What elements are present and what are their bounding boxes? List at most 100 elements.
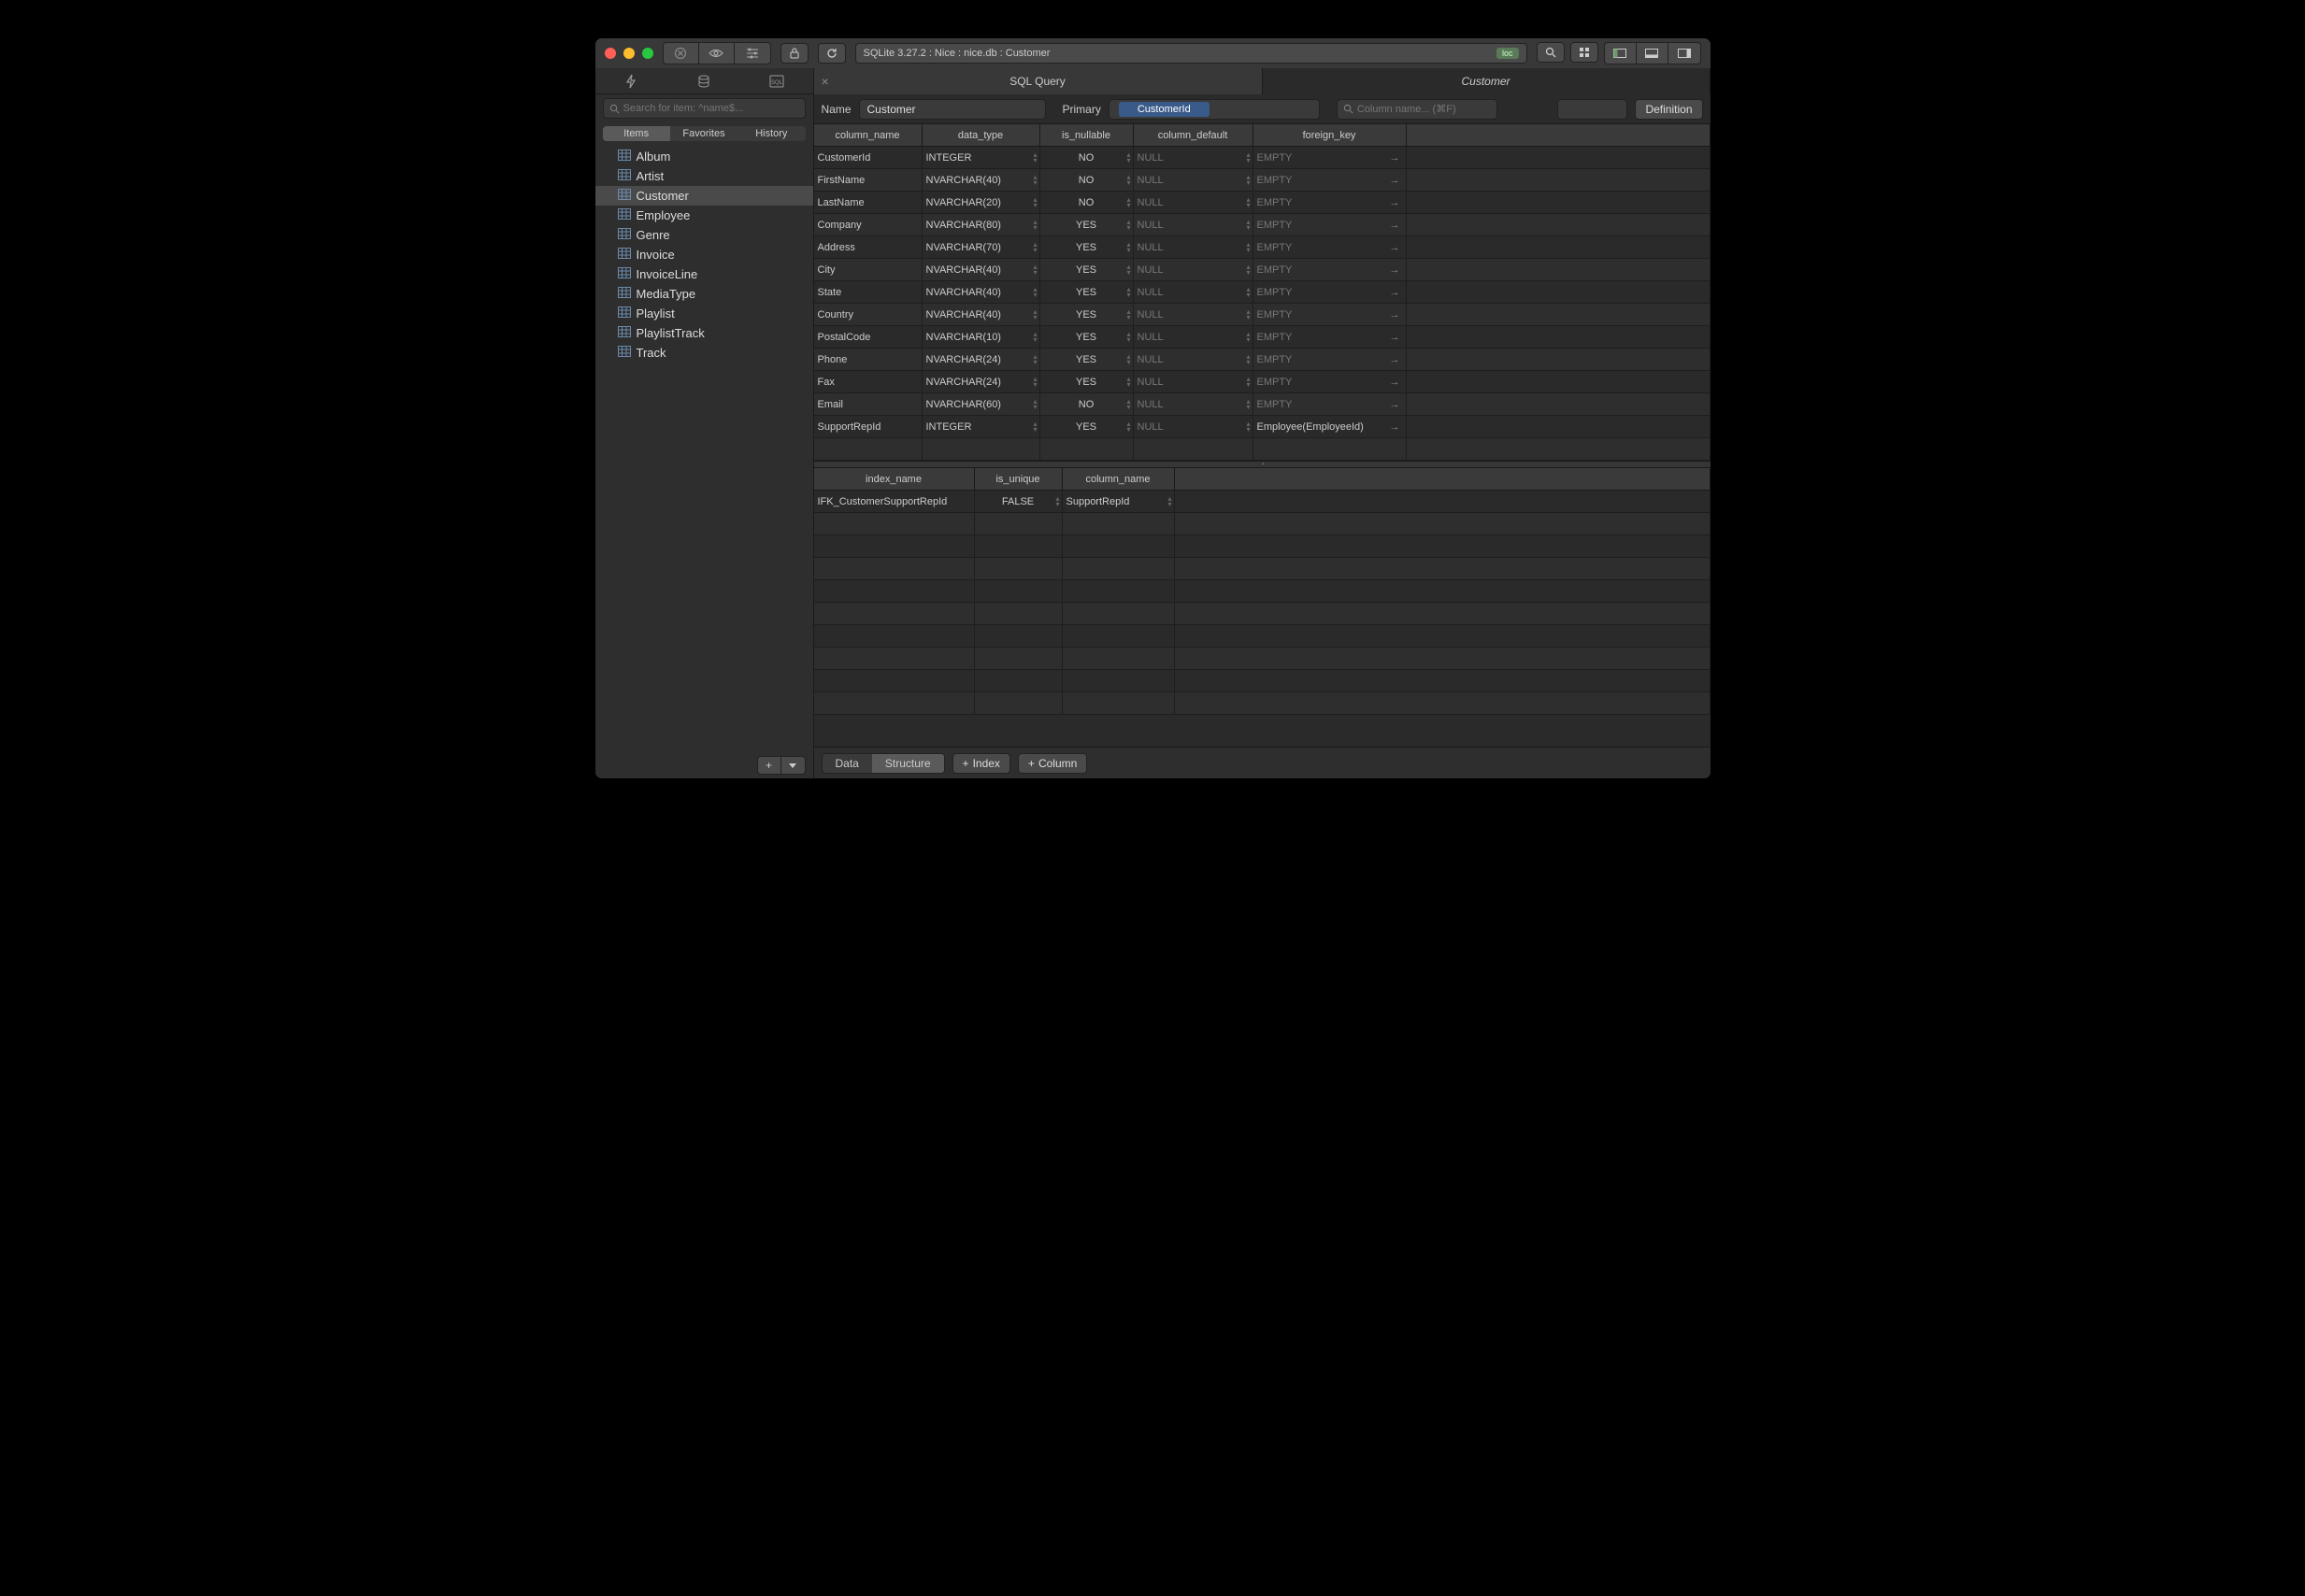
definition-button[interactable]: Definition — [1635, 99, 1702, 120]
cell-default[interactable]: NULL▴▾ — [1134, 371, 1253, 392]
sidebar-item-genre[interactable]: Genre — [595, 225, 813, 245]
arrow-right-icon[interactable]: → — [1390, 399, 1400, 410]
add-button[interactable]: + — [757, 756, 781, 775]
arrow-right-icon[interactable]: → — [1390, 309, 1400, 321]
header-index-name[interactable]: index_name — [814, 468, 975, 490]
stepper-icon[interactable]: ▴▾ — [1033, 220, 1037, 231]
stepper-icon[interactable]: ▴▾ — [1033, 399, 1037, 410]
index-row[interactable]: IFK_CustomerSupportRepIdFALSE▴▾SupportRe… — [814, 491, 1711, 513]
arrow-right-icon[interactable]: → — [1390, 332, 1400, 343]
stepper-icon[interactable]: ▴▾ — [1033, 354, 1037, 365]
cell-data-type[interactable]: NVARCHAR(10)▴▾ — [923, 326, 1040, 348]
sidebar-item-playlist[interactable]: Playlist — [595, 304, 813, 323]
arrow-right-icon[interactable]: → — [1390, 220, 1400, 231]
column-search-input[interactable] — [1357, 104, 1491, 115]
cell-foreign-key[interactable]: EMPTY→ — [1253, 192, 1407, 213]
stepper-icon[interactable]: ▴▾ — [1246, 220, 1250, 231]
sliders-icon[interactable] — [735, 43, 770, 64]
cell-foreign-key[interactable]: EMPTY→ — [1253, 214, 1407, 235]
cell-foreign-key[interactable]: EMPTY→ — [1253, 259, 1407, 280]
arrow-right-icon[interactable]: → — [1390, 175, 1400, 186]
cell-index-column[interactable]: SupportRepId▴▾ — [1063, 491, 1175, 512]
close-window-button[interactable] — [605, 48, 616, 59]
stepper-icon[interactable]: ▴▾ — [1126, 421, 1130, 433]
stepper-icon[interactable]: ▴▾ — [1126, 399, 1130, 410]
column-row[interactable]: StateNVARCHAR(40)▴▾YES▴▾NULL▴▾EMPTY→ — [814, 281, 1711, 304]
column-row[interactable]: SupportRepIdINTEGER▴▾YES▴▾NULL▴▾Employee… — [814, 416, 1711, 438]
cell-foreign-key[interactable]: EMPTY→ — [1253, 281, 1407, 303]
cell-data-type[interactable]: NVARCHAR(24)▴▾ — [923, 349, 1040, 370]
database-icon[interactable] — [694, 72, 713, 91]
column-row[interactable]: CompanyNVARCHAR(80)▴▾YES▴▾NULL▴▾EMPTY→ — [814, 214, 1711, 236]
header-is-nullable[interactable]: is_nullable — [1040, 124, 1134, 146]
cell-column-name[interactable]: FirstName — [814, 169, 923, 191]
cell-column-name[interactable]: Address — [814, 236, 923, 258]
cell-nullable[interactable]: NO▴▾ — [1040, 147, 1134, 168]
arrow-right-icon[interactable]: → — [1390, 377, 1400, 388]
stepper-icon[interactable]: ▴▾ — [1033, 332, 1037, 343]
grid-icon[interactable] — [1570, 42, 1598, 63]
cell-foreign-key[interactable]: EMPTY→ — [1253, 147, 1407, 168]
cell-foreign-key[interactable]: EMPTY→ — [1253, 236, 1407, 258]
stepper-icon[interactable]: ▴▾ — [1246, 264, 1250, 276]
stepper-icon[interactable]: ▴▾ — [1033, 152, 1037, 164]
layout-sidebar-icon[interactable] — [1605, 43, 1637, 64]
tab-customer[interactable]: Customer — [1263, 68, 1711, 94]
stepper-icon[interactable]: ▴▾ — [1126, 220, 1130, 231]
arrow-right-icon[interactable]: → — [1390, 287, 1400, 298]
cell-index-name[interactable]: IFK_CustomerSupportRepId — [814, 491, 975, 512]
cell-default[interactable]: NULL▴▾ — [1134, 214, 1253, 235]
stepper-icon[interactable]: ▴▾ — [1033, 287, 1037, 298]
stepper-icon[interactable]: ▴▾ — [1126, 377, 1130, 388]
column-row[interactable]: PhoneNVARCHAR(24)▴▾YES▴▾NULL▴▾EMPTY→ — [814, 349, 1711, 371]
stepper-icon[interactable]: ▴▾ — [1246, 421, 1250, 433]
column-row[interactable]: CustomerIdINTEGER▴▾NO▴▾NULL▴▾EMPTY→ — [814, 147, 1711, 169]
sidebar-search-input[interactable] — [623, 103, 799, 114]
cell-default[interactable]: NULL▴▾ — [1134, 192, 1253, 213]
cell-default[interactable]: NULL▴▾ — [1134, 236, 1253, 258]
stepper-icon[interactable]: ▴▾ — [1126, 287, 1130, 298]
sidebar-item-playlisttrack[interactable]: PlaylistTrack — [595, 323, 813, 343]
cell-data-type[interactable]: NVARCHAR(40)▴▾ — [923, 259, 1040, 280]
header-column-name[interactable]: column_name — [814, 124, 923, 146]
stepper-icon[interactable]: ▴▾ — [1126, 309, 1130, 321]
empty-box[interactable] — [1557, 99, 1627, 120]
layout-right-icon[interactable] — [1668, 43, 1700, 64]
cell-nullable[interactable]: YES▴▾ — [1040, 304, 1134, 325]
stepper-icon[interactable]: ▴▾ — [1126, 354, 1130, 365]
stepper-icon[interactable]: ▴▾ — [1246, 175, 1250, 186]
lock-icon[interactable] — [780, 43, 809, 64]
stepper-icon[interactable]: ▴▾ — [1246, 309, 1250, 321]
cell-default[interactable]: NULL▴▾ — [1134, 326, 1253, 348]
cell-data-type[interactable]: NVARCHAR(24)▴▾ — [923, 371, 1040, 392]
primary-key-field[interactable]: CustomerId — [1109, 99, 1320, 120]
arrow-right-icon[interactable]: → — [1390, 421, 1400, 433]
cell-column-name[interactable]: LastName — [814, 192, 923, 213]
cell-foreign-key[interactable]: EMPTY→ — [1253, 349, 1407, 370]
header-column-default[interactable]: column_default — [1134, 124, 1253, 146]
stepper-icon[interactable]: ▴▾ — [1033, 242, 1037, 253]
column-row[interactable]: AddressNVARCHAR(70)▴▾YES▴▾NULL▴▾EMPTY→ — [814, 236, 1711, 259]
sql-icon[interactable]: SQL — [767, 72, 786, 91]
minimize-window-button[interactable] — [623, 48, 635, 59]
column-row[interactable]: FaxNVARCHAR(24)▴▾YES▴▾NULL▴▾EMPTY→ — [814, 371, 1711, 393]
sidebar-item-artist[interactable]: Artist — [595, 166, 813, 186]
arrow-right-icon[interactable]: → — [1390, 197, 1400, 208]
cell-data-type[interactable]: NVARCHAR(40)▴▾ — [923, 169, 1040, 191]
view-data-button[interactable]: Data — [823, 754, 872, 773]
arrow-right-icon[interactable]: → — [1390, 242, 1400, 253]
cell-is-unique[interactable]: FALSE▴▾ — [975, 491, 1063, 512]
cell-column-name[interactable]: Email — [814, 393, 923, 415]
stepper-icon[interactable]: ▴▾ — [1033, 377, 1037, 388]
stepper-icon[interactable]: ▴▾ — [1126, 175, 1130, 186]
dropdown-button[interactable] — [781, 756, 806, 775]
stepper-icon[interactable]: ▴▾ — [1033, 264, 1037, 276]
sidebar-item-customer[interactable]: Customer — [595, 186, 813, 206]
eye-icon[interactable] — [699, 43, 735, 64]
cell-column-name[interactable]: Fax — [814, 371, 923, 392]
sidebar-item-mediatype[interactable]: MediaType — [595, 284, 813, 304]
cell-default[interactable]: NULL▴▾ — [1134, 416, 1253, 437]
search-icon[interactable] — [1537, 42, 1565, 63]
arrow-right-icon[interactable]: → — [1390, 152, 1400, 164]
sidebar-search[interactable] — [603, 98, 806, 119]
